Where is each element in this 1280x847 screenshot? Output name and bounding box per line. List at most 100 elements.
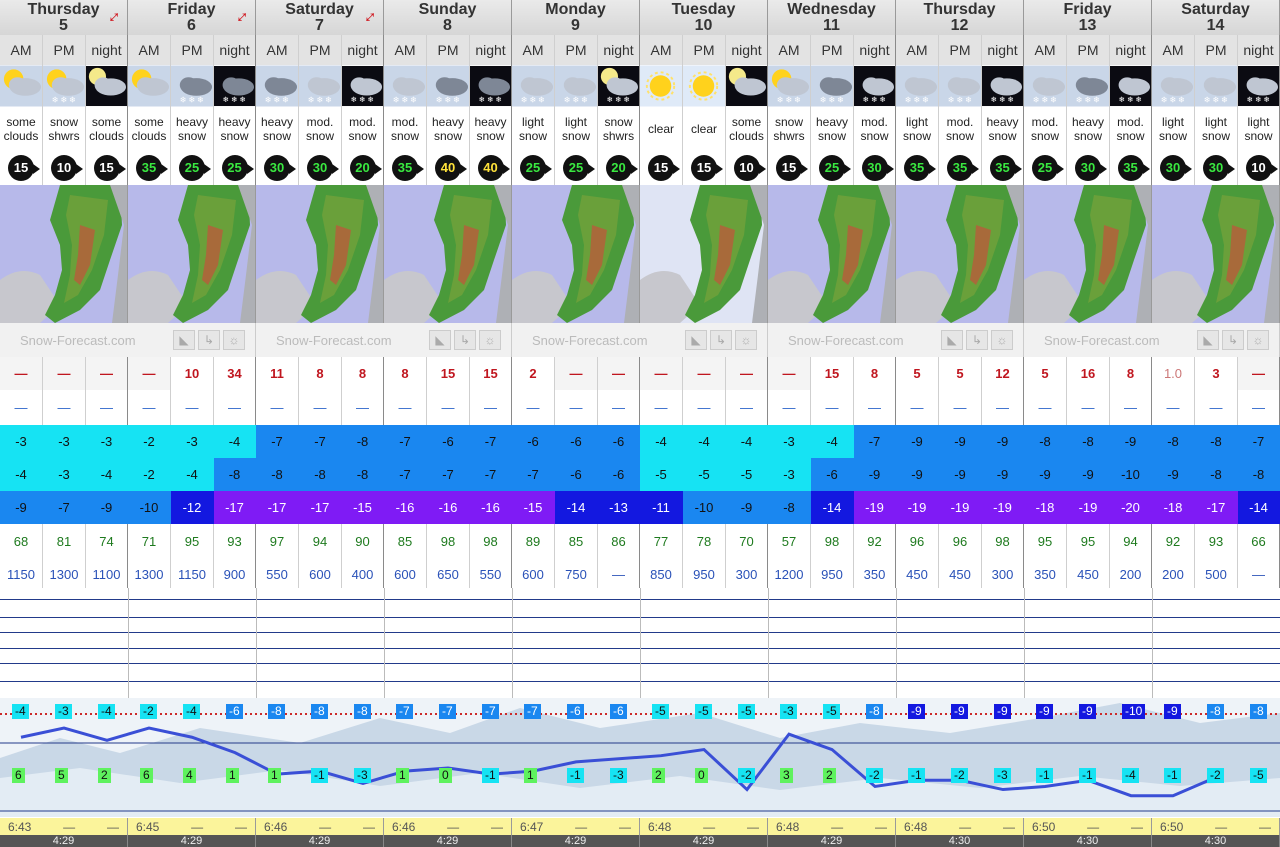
period-label: night — [342, 35, 384, 65]
base-temp: -3 — [354, 768, 371, 783]
sunrise-time: 6:48 — [648, 819, 672, 834]
sunrise-time: 6:45 — [136, 819, 160, 834]
weather-cell: ❄ ❄ ❄ — [555, 65, 598, 107]
map-snow-icon[interactable]: ◣ — [173, 330, 195, 350]
levels-panel — [0, 588, 1280, 698]
day-divider — [256, 588, 257, 698]
day-header[interactable]: Saturday 14 — [1152, 0, 1280, 35]
map-wind-icon[interactable]: ↳ — [710, 330, 732, 350]
weather-cell: ❄ ❄ ❄ — [854, 65, 896, 107]
day-header[interactable]: Thursday 5 ↔ — [0, 0, 128, 35]
weather-summary: heavy snow — [811, 107, 854, 150]
map-temp-icon[interactable]: ☼ — [991, 330, 1013, 350]
day-divider — [768, 588, 769, 698]
forecast-map[interactable] — [256, 185, 384, 323]
sunset-cell: 4:29 — [0, 835, 128, 847]
day-header[interactable]: Thursday 12 — [896, 0, 1024, 35]
map-wind-icon[interactable]: ↳ — [1222, 330, 1244, 350]
min-temp: -5 — [726, 458, 768, 491]
snow-amount: — — [598, 357, 640, 390]
map-snow-icon[interactable]: ◣ — [429, 330, 451, 350]
forecast-map[interactable] — [512, 185, 640, 323]
snow-amount: — — [555, 357, 598, 390]
map-temp-icon[interactable]: ☼ — [223, 330, 245, 350]
period-label: PM — [43, 35, 86, 65]
period-label: AM — [128, 35, 171, 65]
wind-arrow-icon: 30 — [1075, 154, 1107, 181]
weather-summary: some clouds — [0, 107, 43, 150]
map-snow-icon[interactable]: ◣ — [941, 330, 963, 350]
day-header[interactable]: Saturday 7 ↔ — [256, 0, 384, 35]
snow-amount: 15 — [811, 357, 854, 390]
weather-summary: heavy snow — [470, 107, 512, 150]
forecast-map[interactable] — [128, 185, 256, 323]
min-temp: -6 — [598, 458, 640, 491]
day-name: Monday — [545, 1, 606, 18]
period-label: night — [470, 35, 512, 65]
humidity: 97 — [256, 524, 299, 558]
map-wind-icon[interactable]: ↳ — [966, 330, 988, 350]
min-temp: -3 — [768, 458, 811, 491]
wind-chill: -19 — [1067, 491, 1110, 524]
map-temp-icon[interactable]: ☼ — [735, 330, 757, 350]
wind-cell: 20 — [342, 150, 384, 185]
forecast-map[interactable] — [384, 185, 512, 323]
day-header[interactable]: Friday 6 ↔ — [128, 0, 256, 35]
brand-strip: Snow-Forecast.com ◣ ↳ ☼ — [768, 323, 1024, 357]
day-header[interactable]: Sunday 8 — [384, 0, 512, 35]
freezing-level: 200 — [1152, 558, 1195, 591]
weather-cell: ❄ ❄ ❄ — [939, 65, 982, 107]
weather-summary: heavy snow — [982, 107, 1024, 150]
max-temp: -9 — [939, 425, 982, 458]
rain-amount: — — [982, 390, 1024, 425]
wind-arrow-icon: 35 — [904, 154, 936, 181]
max-temp: -7 — [256, 425, 299, 458]
weather-cell: ❄ ❄ ❄ — [43, 65, 86, 107]
map-temp-icon[interactable]: ☼ — [479, 330, 501, 350]
wind-chill: -8 — [768, 491, 811, 524]
svg-text:❄ ❄ ❄: ❄ ❄ ❄ — [777, 96, 801, 105]
weather-cell — [726, 65, 768, 107]
wind-chill: -17 — [1195, 491, 1238, 524]
max-temp: -6 — [598, 425, 640, 458]
map-wind-icon[interactable]: ↳ — [198, 330, 220, 350]
forecast-map[interactable] — [640, 185, 768, 323]
weather-summary: heavy snow — [214, 107, 256, 150]
sunrise-cell: 6:43 — — — [0, 818, 128, 835]
forecast-map[interactable] — [1024, 185, 1152, 323]
dash: — — [447, 819, 460, 834]
forecast-map[interactable] — [0, 185, 128, 323]
humidity: 96 — [939, 524, 982, 558]
period-label: AM — [256, 35, 299, 65]
dash: — — [1215, 819, 1228, 834]
period-label: night — [726, 35, 768, 65]
humidity: 98 — [982, 524, 1024, 558]
base-temp: 6 — [140, 768, 153, 783]
day-header[interactable]: Wednesday 11 — [768, 0, 896, 35]
weather-summary: mod. snow — [854, 107, 896, 150]
forecast-map[interactable] — [896, 185, 1024, 323]
day-divider — [1152, 588, 1153, 698]
summit-temp: -10 — [1122, 704, 1146, 719]
base-temp: 1 — [524, 768, 537, 783]
map-snow-icon[interactable]: ◣ — [1197, 330, 1219, 350]
weather-cell: ❄ ❄ ❄ — [1067, 65, 1110, 107]
wind-cell: 30 — [1195, 150, 1238, 185]
map-temp-icon[interactable]: ☼ — [1247, 330, 1269, 350]
summit-temp: -4 — [98, 704, 115, 719]
weather-cell: ❄ ❄ ❄ — [1110, 65, 1152, 107]
map-wind-icon[interactable]: ↳ — [454, 330, 476, 350]
svg-text:❄ ❄ ❄: ❄ ❄ ❄ — [479, 95, 502, 104]
rain-amount: — — [1152, 390, 1195, 425]
wind-chill: -14 — [555, 491, 598, 524]
wind-arrow-icon: 35 — [947, 154, 979, 181]
min-temp: -8 — [1238, 458, 1280, 491]
day-header[interactable]: Tuesday 10 — [640, 0, 768, 35]
forecast-map[interactable] — [768, 185, 896, 323]
forecast-map[interactable] — [1152, 185, 1280, 323]
wind-cell: 15 — [768, 150, 811, 185]
day-header[interactable]: Monday 9 — [512, 0, 640, 35]
map-snow-icon[interactable]: ◣ — [685, 330, 707, 350]
day-header[interactable]: Friday 13 — [1024, 0, 1152, 35]
weather-cell: ❄ ❄ ❄ — [768, 65, 811, 107]
